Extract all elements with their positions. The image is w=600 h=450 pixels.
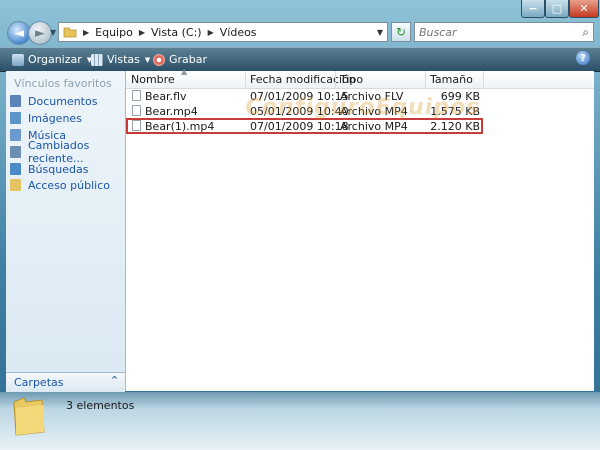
breadcrumb-vista[interactable]: Vista (C:) xyxy=(151,26,202,39)
folder-icon xyxy=(13,397,45,436)
favorite-links-heading: Vínculos favoritos xyxy=(14,77,112,90)
chevron-down-icon: ▼ xyxy=(144,55,151,64)
back-arrow-icon: ◄ xyxy=(14,25,24,41)
recent-icon xyxy=(10,146,21,158)
navigation-pane: Vínculos favoritos Documentos Imágenes M… xyxy=(6,71,126,391)
close-button[interactable]: ✕ xyxy=(569,0,599,18)
folders-toggle[interactable]: Carpetas ⌃ xyxy=(6,372,125,392)
watermark: ConfiguroEquipos xyxy=(243,95,483,120)
column-divider[interactable] xyxy=(245,71,246,88)
minimize-button[interactable]: − xyxy=(521,0,545,18)
sidebar-item-recent[interactable]: Cambiados reciente... xyxy=(10,139,125,165)
sidebar-item-acceso-publico[interactable]: Acceso público xyxy=(10,177,110,193)
chevron-right-icon: ▶ xyxy=(83,27,90,37)
search-input[interactable] xyxy=(419,24,569,40)
music-icon xyxy=(10,129,21,141)
column-header-tamano[interactable]: Tamaño xyxy=(430,73,473,86)
burn-disc-icon xyxy=(153,53,165,66)
item-count: 3 elementos xyxy=(66,399,135,412)
column-divider[interactable] xyxy=(483,71,484,88)
folder-icon xyxy=(63,27,77,38)
pictures-icon xyxy=(10,112,21,124)
file-name: Bear.mp4 xyxy=(145,105,198,118)
views-label: Vistas xyxy=(107,53,140,66)
help-button[interactable]: ? xyxy=(576,51,590,65)
file-name: Bear.flv xyxy=(145,90,187,103)
search-icon[interactable]: ⌕ xyxy=(582,25,589,40)
documents-icon xyxy=(10,95,21,107)
file-icon xyxy=(132,105,141,116)
breadcrumb-equipo[interactable]: Equipo xyxy=(95,26,133,39)
chevron-right-icon: ▶ xyxy=(138,27,145,37)
forward-arrow-icon: ► xyxy=(35,25,45,41)
folders-label: Carpetas xyxy=(14,376,64,389)
sidebar-item-label: Documentos xyxy=(28,94,98,108)
sort-ascending-icon: ▲ xyxy=(181,67,188,76)
organize-icon xyxy=(12,53,24,66)
sidebar-item-documentos[interactable]: Documentos xyxy=(10,93,97,109)
sidebar-item-label: Acceso público xyxy=(28,178,110,192)
public-folder-icon xyxy=(10,179,21,191)
searches-icon xyxy=(10,163,21,175)
burn-label: Grabar xyxy=(169,53,208,66)
chevron-right-icon: ▶ xyxy=(207,27,214,37)
breadcrumb-videos[interactable]: Vídeos xyxy=(220,26,257,39)
column-divider[interactable] xyxy=(335,71,336,88)
search-box[interactable]: ⌕ xyxy=(414,22,594,42)
recent-pages-dropdown-icon[interactable]: ▼ xyxy=(50,28,58,38)
highlight-outline xyxy=(126,118,483,134)
sidebar-item-busquedas[interactable]: Búsquedas xyxy=(10,161,88,177)
organize-label: Organizar xyxy=(28,53,82,66)
column-header-tipo[interactable]: Tipo xyxy=(340,73,363,86)
column-header-nombre[interactable]: Nombre xyxy=(131,73,175,86)
sidebar-item-label: Búsquedas xyxy=(28,162,89,176)
organize-button[interactable]: Organizar ▼ xyxy=(12,51,92,68)
file-icon xyxy=(132,90,141,101)
details-pane: 3 elementos xyxy=(0,392,600,450)
views-button[interactable]: Vistas ▼ xyxy=(91,51,150,68)
maximize-button[interactable]: □ xyxy=(545,0,569,18)
sidebar-item-imagenes[interactable]: Imágenes xyxy=(10,110,82,126)
refresh-icon: ↻ xyxy=(395,25,407,39)
sidebar-item-label: Imágenes xyxy=(28,111,82,125)
command-toolbar: Organizar ▼ Vistas ▼ Grabar xyxy=(0,47,600,72)
chevron-up-icon: ⌃ xyxy=(110,374,120,387)
refresh-button[interactable]: ↻ xyxy=(391,22,411,42)
column-header-row: ▲ Nombre Fecha modificación Tipo Tamaño xyxy=(126,67,594,89)
forward-button[interactable]: ► xyxy=(28,21,52,45)
address-dropdown-icon[interactable]: ▼ xyxy=(373,23,387,41)
address-bar[interactable]: ▶ Equipo ▶ Vista (C:) ▶ Vídeos ▼ xyxy=(58,22,388,42)
burn-button[interactable]: Grabar xyxy=(153,51,207,68)
views-icon xyxy=(91,53,103,66)
column-divider[interactable] xyxy=(425,71,426,88)
